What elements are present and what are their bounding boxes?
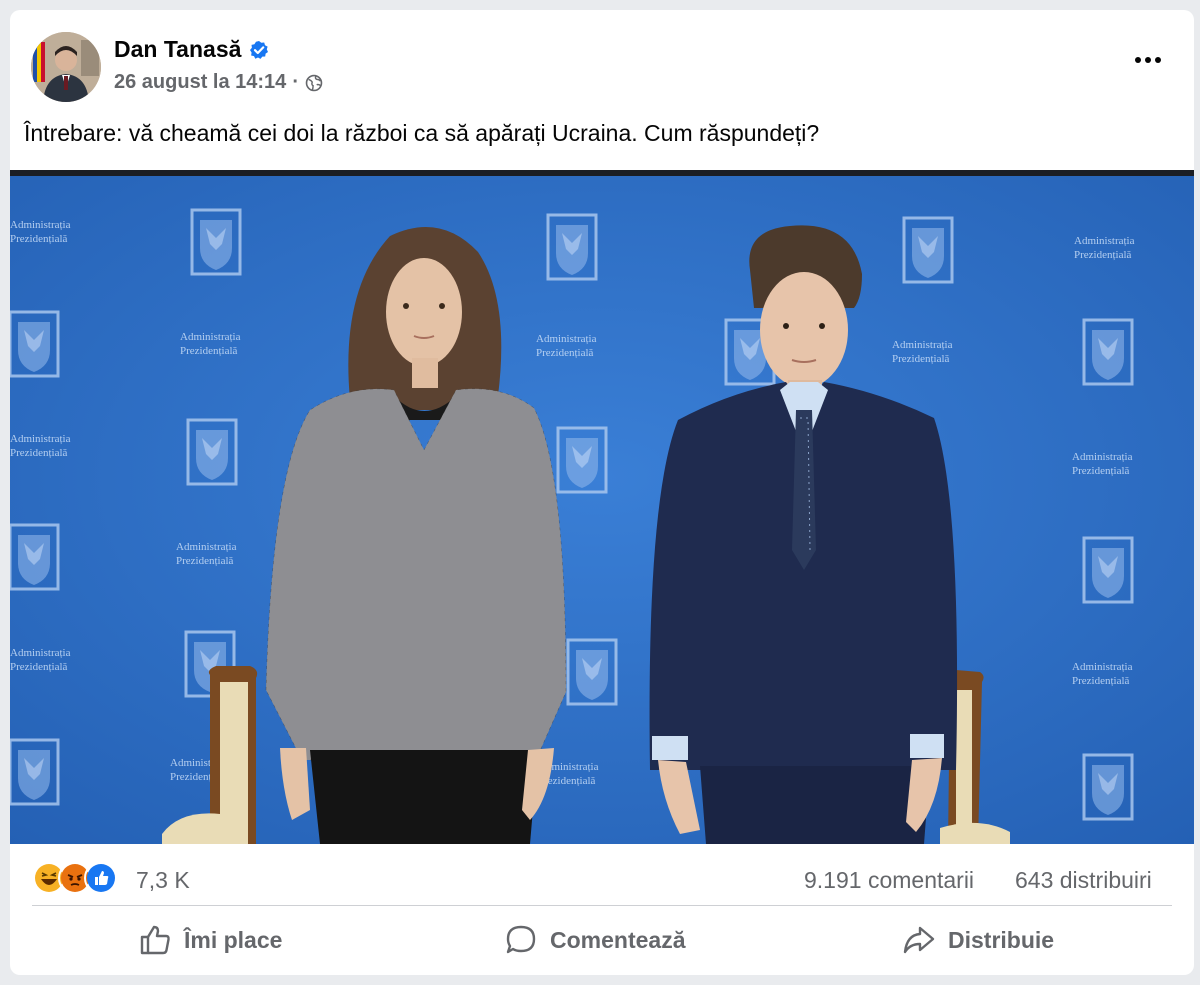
backdrop-text: Administrația bbox=[10, 219, 71, 231]
divider bbox=[32, 905, 1172, 906]
reactions-count[interactable]: 7,3 K bbox=[136, 867, 190, 894]
backdrop-text: Prezidențială bbox=[10, 447, 68, 459]
comment-button[interactable]: Comentează bbox=[504, 922, 685, 958]
backdrop-text: Administrația bbox=[10, 647, 71, 659]
share-label: Distribuie bbox=[948, 926, 1055, 953]
more-options-icon[interactable] bbox=[1130, 48, 1166, 72]
backdrop-text: Administrația bbox=[1072, 661, 1133, 673]
post-meta: 26 august la 14:14 · bbox=[114, 71, 323, 94]
post-photo[interactable]: Administrația Prezidențială Administrați… bbox=[10, 170, 1194, 844]
post-message: Întrebare: vă cheamă cei doi la război c… bbox=[24, 120, 820, 146]
photo-illustration: Administrația Prezidențială Administrați… bbox=[10, 170, 1194, 844]
backdrop-text: Administrația bbox=[176, 541, 237, 553]
author-name-text[interactable]: Dan Tanasă bbox=[114, 36, 241, 63]
shares-count[interactable]: 643 distribuiri bbox=[1015, 867, 1152, 894]
backdrop-text: Administrația bbox=[536, 333, 597, 345]
backdrop-text: Prezidențială bbox=[180, 345, 238, 357]
backdrop-text: Prezidențială bbox=[176, 555, 234, 567]
share-icon bbox=[903, 926, 935, 954]
like-icon bbox=[84, 861, 118, 895]
backdrop-text: Administrația bbox=[180, 331, 241, 343]
backdrop-text: Administrația bbox=[892, 339, 953, 351]
backdrop-text: Prezidențială bbox=[536, 347, 594, 359]
facebook-post: Dan Tanasă 26 august la 14:14 · Întrebar… bbox=[10, 10, 1194, 975]
verified-badge-icon bbox=[250, 40, 269, 59]
comment-icon bbox=[506, 925, 536, 954]
backdrop-text: Prezidențială bbox=[892, 353, 950, 365]
comments-count[interactable]: 9.191 comentarii bbox=[804, 867, 974, 894]
backdrop-text: Administrația bbox=[1074, 235, 1135, 247]
post-timestamp[interactable]: 26 august la 14:14 bbox=[114, 71, 286, 94]
backdrop-text: Administrația bbox=[1072, 451, 1133, 463]
backdrop-text: Administrația bbox=[10, 433, 71, 445]
backdrop-text: Prezidențială bbox=[10, 233, 68, 245]
author-name[interactable]: Dan Tanasă bbox=[114, 36, 269, 63]
share-button[interactable]: Distribuie bbox=[902, 922, 1054, 958]
reaction-icons[interactable] bbox=[32, 861, 118, 895]
comment-label: Comentează bbox=[550, 926, 686, 953]
backdrop-text: Prezidențială bbox=[10, 661, 68, 673]
post-header: Dan Tanasă 26 august la 14:14 · bbox=[10, 10, 1194, 110]
backdrop-text: Prezidențială bbox=[1072, 465, 1130, 477]
thumbs-up-icon bbox=[140, 925, 170, 955]
meta-separator: · bbox=[292, 71, 299, 93]
author-avatar[interactable] bbox=[31, 32, 101, 102]
backdrop-text: Prezidențială bbox=[1074, 249, 1132, 261]
like-label: Îmi place bbox=[184, 926, 283, 953]
globe-icon[interactable] bbox=[305, 74, 323, 92]
post-actions: Îmi place Comentează Distribuie bbox=[10, 910, 1194, 970]
like-button[interactable]: Îmi place bbox=[138, 922, 282, 958]
backdrop-text: Prezidențială bbox=[1072, 675, 1130, 687]
post-stats: 7,3 K 9.191 comentarii 643 distribuiri bbox=[10, 855, 1194, 905]
